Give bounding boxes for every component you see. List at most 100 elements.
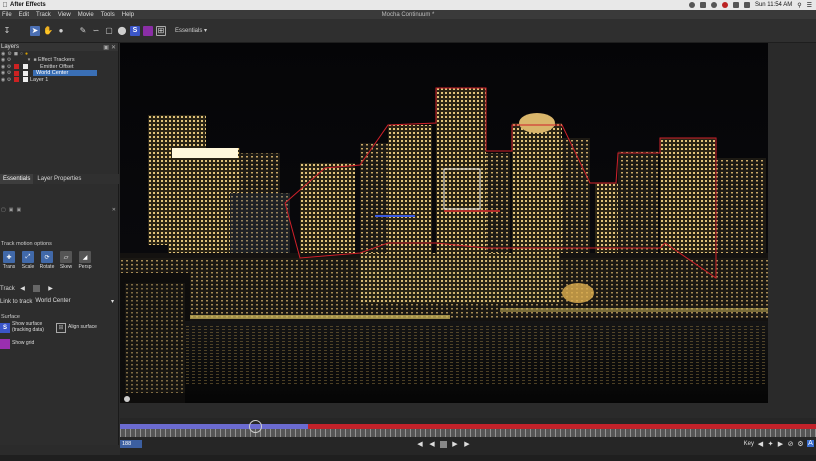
panel-close-icon[interactable]: ✕	[112, 207, 116, 213]
list-icon[interactable]: ☰	[807, 2, 812, 9]
key-label: Key	[743, 440, 754, 447]
link-to-track-label: Link to track	[0, 298, 33, 305]
layer-matte-swatch[interactable]	[23, 64, 28, 70]
skew-icon: ▱	[60, 251, 72, 263]
persp-option[interactable]: ◢ Persp	[76, 251, 94, 270]
viewer-margin	[768, 43, 816, 403]
bezier-tool-icon[interactable]: ∽	[91, 26, 101, 36]
tab-essentials[interactable]: Essentials	[0, 174, 34, 184]
workspace-dropdown[interactable]: Essentials ▾	[175, 27, 207, 34]
layer-name[interactable]: Effect Trackers	[38, 57, 75, 63]
align-surface-button[interactable]: ⊞	[56, 322, 66, 333]
params-tabs: Essentials Layer Properties	[0, 174, 119, 184]
lock-column-icon: ◼	[13, 51, 19, 57]
prev-keyframe-icon[interactable]: ◀	[416, 440, 424, 448]
delete-layer-icon[interactable]: ▣	[16, 207, 21, 213]
layer-color-swatch[interactable]	[14, 70, 19, 76]
trans-option[interactable]: ✚ Trans	[0, 251, 18, 270]
dropbox-icon[interactable]	[699, 2, 706, 8]
grid-toggle-icon[interactable]	[143, 25, 153, 36]
clock[interactable]: Sun 11:54 AM	[755, 2, 792, 8]
gear-icon[interactable]: ⚙	[6, 57, 12, 63]
search-icon[interactable]: ⚲	[797, 2, 801, 9]
wifi-icon[interactable]	[732, 2, 739, 8]
track-motion-options: ✚ Trans ⤢ Scale ⟳ Rotate ▱ Skew ◢ Persp	[0, 251, 94, 270]
app-menu-name[interactable]: After Effects	[10, 2, 46, 8]
gear-icon[interactable]: ⚙	[6, 64, 12, 70]
surface-label: Surface	[1, 314, 20, 320]
zoom-tool-icon[interactable]: ●	[56, 26, 66, 36]
record-icon[interactable]	[721, 2, 728, 8]
surface-toggle-icon[interactable]: S	[130, 25, 140, 36]
rotate-option[interactable]: ⟳ Rotate	[38, 251, 56, 270]
menu-view[interactable]: View	[58, 12, 71, 18]
add-layer-icon[interactable]: ▢	[1, 207, 6, 213]
align-surface-icon[interactable]: ⊞	[156, 25, 166, 36]
track-backward-icon[interactable]: ◀	[18, 284, 27, 293]
scale-option[interactable]: ⤢ Scale	[19, 251, 37, 270]
stop-tracking-icon[interactable]	[33, 285, 40, 292]
show-grid-button[interactable]	[0, 339, 10, 349]
layer-name[interactable]: Emitter Offset	[40, 64, 74, 70]
show-surface-button[interactable]: S	[0, 322, 10, 333]
key-settings-icon[interactable]: ⚙	[797, 440, 804, 448]
layer-matte-swatch[interactable]	[23, 70, 28, 76]
autokey-icon[interactable]: A	[807, 440, 814, 447]
menu-tools[interactable]: Tools	[101, 12, 115, 18]
pen-tool-icon[interactable]: ✎	[78, 26, 88, 36]
panel-float-icon[interactable]: ▣	[103, 44, 109, 51]
menu-file[interactable]: File	[2, 12, 12, 18]
panel-close-icon[interactable]: ✕	[111, 44, 116, 51]
layer-row[interactable]: ◉ ⚙ Layer 1	[0, 77, 118, 84]
menu-help[interactable]: Help	[122, 12, 134, 18]
visibility-column-icon: ◉	[1, 51, 6, 57]
apple-icon[interactable]: 	[0, 2, 10, 9]
track-label: Track	[0, 285, 15, 292]
mocha-tray-icon[interactable]	[688, 2, 695, 8]
layer-name[interactable]: Layer 1	[30, 77, 48, 83]
gear-icon[interactable]	[710, 2, 717, 8]
track-forward-icon[interactable]: ▶	[46, 284, 55, 293]
delete-key-icon[interactable]: ⊘	[787, 440, 794, 448]
step-forward-icon[interactable]: ▶	[451, 440, 459, 448]
prev-key-icon[interactable]: ◀	[757, 440, 764, 448]
menu-edit[interactable]: Edit	[19, 12, 29, 18]
battery-icon[interactable]	[743, 2, 750, 8]
current-frame-field[interactable]: 188	[120, 440, 142, 448]
color-column-icon: ○	[20, 51, 24, 57]
transport-controls: ◀ ◀ ▶ ▶	[416, 440, 471, 448]
city-night-footage	[120, 43, 768, 403]
link-to-track-dropdown[interactable]: World Center ▾	[35, 298, 116, 305]
layers-panel-title: Layers	[1, 44, 20, 50]
rotate-icon: ⟳	[41, 251, 53, 263]
hand-tool-icon[interactable]: ✋	[43, 26, 53, 36]
stop-icon[interactable]	[440, 440, 447, 448]
system-tray: Sun 11:54 AM ⚲ ☰	[688, 2, 816, 9]
timeline-ruler[interactable]	[120, 420, 816, 437]
gear-column-icon: ⚙	[7, 51, 12, 57]
tab-layer-properties[interactable]: Layer Properties	[34, 174, 84, 184]
macos-menu-bar:  After Effects Sun 11:54 AM ⚲ ☰	[0, 0, 816, 10]
step-back-icon[interactable]: ◀	[428, 440, 436, 448]
duplicate-layer-icon[interactable]: ▣	[9, 207, 14, 213]
play-forward-icon[interactable]: ▶	[463, 440, 471, 448]
next-key-icon[interactable]: ▶	[777, 440, 784, 448]
ellipse-tool-icon[interactable]: ⬤	[117, 26, 127, 36]
option-label: Scale	[21, 264, 35, 270]
layer-name[interactable]: World Center	[33, 70, 97, 77]
menu-track[interactable]: Track	[36, 12, 51, 18]
add-key-icon[interactable]: ✦	[767, 440, 774, 448]
menu-movie[interactable]: Movie	[78, 12, 94, 18]
layer-matte-swatch[interactable]	[23, 77, 28, 83]
select-tool-icon[interactable]: ➤	[30, 25, 40, 36]
scale-icon: ⤢	[22, 251, 34, 263]
skew-option[interactable]: ▱ Skew	[57, 251, 75, 270]
clip-viewer[interactable]	[120, 43, 768, 403]
rectangle-tool-icon[interactable]: ▢	[104, 26, 114, 36]
link-to-track-row: Link to track World Center ▾	[0, 298, 116, 305]
save-icon[interactable]: ↧	[2, 26, 12, 36]
gear-icon[interactable]: ⚙	[6, 77, 12, 83]
layer-color-swatch[interactable]	[14, 77, 19, 83]
gear-icon[interactable]: ⚙	[6, 70, 12, 76]
layer-color-swatch[interactable]	[14, 64, 19, 70]
